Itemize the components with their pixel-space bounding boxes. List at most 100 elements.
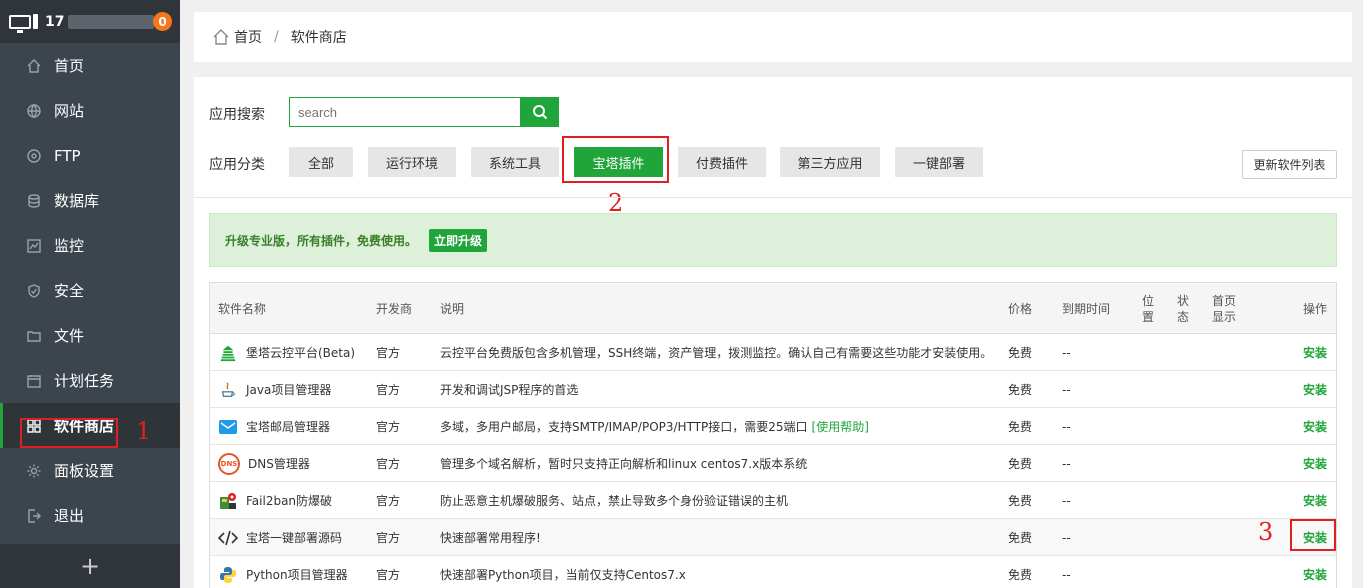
install-button[interactable]: 安装: [1303, 482, 1327, 519]
sidebar-item-panel-settings[interactable]: 面板设置: [0, 448, 180, 493]
install-button[interactable]: 安装: [1303, 334, 1327, 371]
computer-icon: [9, 13, 38, 33]
notice-text: 升级专业版，所有插件，免费使用。: [225, 233, 418, 248]
plugin-name: 宝塔一键部署源码: [246, 531, 343, 545]
plugin-expire: --: [1062, 456, 1071, 471]
annotation-box-3: [1290, 519, 1336, 551]
python-icon: [218, 565, 238, 585]
category-one-click-deploy[interactable]: 一键部署: [895, 147, 983, 177]
upgrade-button[interactable]: 立即升级: [429, 228, 488, 252]
plugin-name-cell: DNS DNS管理器: [218, 445, 310, 482]
logout-icon: [26, 508, 42, 524]
plugin-name-cell: Java项目管理器: [218, 371, 331, 408]
main-panel: 应用搜索 应用分类 全部 运行环境 系统工具 宝塔插件 付费插件 第三方应用 一…: [194, 77, 1352, 588]
dns-icon: DNS: [218, 452, 240, 475]
table-row: 堡塔云控平台(Beta) 官方 云控平台免费版包含多机管理，SSH终端，资产管理…: [210, 334, 1336, 371]
help-link[interactable]: [使用帮助]: [812, 418, 869, 435]
plugin-name: Fail2ban防爆破: [246, 494, 333, 508]
sidebar-item-database[interactable]: 数据库: [0, 178, 180, 223]
sidebar-item-label: 数据库: [54, 192, 100, 210]
search-button[interactable]: [520, 97, 559, 127]
home-icon: [213, 29, 229, 45]
ftp-icon: [26, 148, 42, 164]
notification-badge[interactable]: 0: [153, 12, 172, 31]
table-header: 软件名称 开发商 说明 价格 到期时间 位置 状态 首页显示 操作: [210, 283, 1336, 334]
divider: [194, 197, 1352, 198]
sidebar-item-website[interactable]: 网站: [0, 88, 180, 133]
plugin-name: Java项目管理器: [246, 383, 332, 397]
annotation-number-3: 3: [1258, 518, 1274, 546]
sidebar-item-security[interactable]: 安全: [0, 268, 180, 313]
plugin-name: DNS管理器: [248, 457, 310, 471]
category-runtime[interactable]: 运行环境: [368, 147, 456, 177]
plugin-price: 免费: [1008, 420, 1033, 434]
sidebar-item-logout[interactable]: 退出: [0, 493, 180, 538]
col-price: 价格: [1008, 301, 1033, 316]
annotation-box-2: [562, 136, 669, 183]
plugin-desc: 防止恶意主机爆破服务、站点，禁止导致多个身份验证错误的主机: [440, 494, 789, 508]
sidebar-item-cron[interactable]: 计划任务: [0, 358, 180, 403]
plugin-desc: 多域，多用户邮局，支持SMTP/IMAP/POP3/HTTP接口，需要25端口: [440, 420, 808, 434]
annotation-box-1: [20, 418, 118, 448]
plugin-developer: 官方: [376, 531, 401, 545]
globe-icon: [26, 103, 42, 119]
plugin-price: 免费: [1008, 494, 1033, 508]
install-button[interactable]: 安装: [1303, 445, 1327, 482]
sidebar-item-home[interactable]: 首页: [0, 43, 180, 88]
home-icon: [26, 58, 42, 74]
category-paid-plugins[interactable]: 付费插件: [678, 147, 766, 177]
annotation-number-1: 1: [136, 417, 152, 445]
sidebar: 17 0 首页 网站 FTP 数据库 监控 安全 文件 计划任务 软件商店 面板…: [0, 0, 180, 588]
category-system-tools[interactable]: 系统工具: [471, 147, 559, 177]
sidebar-item-label: 文件: [54, 327, 85, 345]
col-action: 操作: [1303, 301, 1328, 316]
sidebar-item-label: 计划任务: [54, 372, 115, 390]
folder-icon: [26, 328, 42, 344]
breadcrumb: 首页 / 软件商店: [194, 12, 1352, 62]
sidebar-item-label: 监控: [54, 237, 85, 255]
install-button[interactable]: 安装: [1303, 556, 1327, 588]
category-third-party[interactable]: 第三方应用: [780, 147, 880, 177]
refresh-soft-list-button[interactable]: 更新软件列表: [1242, 150, 1337, 179]
search-icon: [532, 105, 547, 120]
sidebar-item-label: FTP: [54, 146, 81, 165]
java-icon: [218, 380, 238, 400]
col-developer: 开发商: [376, 301, 413, 316]
breadcrumb-separator: /: [274, 29, 279, 45]
plugin-name-cell: Python项目管理器: [218, 556, 348, 588]
plugin-expire: --: [1062, 419, 1071, 434]
plugin-name-cell: Fail2ban防爆破: [218, 482, 332, 519]
plugin-price: 免费: [1008, 568, 1033, 582]
sidebar-item-files[interactable]: 文件: [0, 313, 180, 358]
plugin-price: 免费: [1008, 346, 1033, 360]
plugin-desc: 云控平台免费版包含多机管理，SSH终端，资产管理，拨测监控。确认自己有需要这些功…: [440, 346, 993, 360]
plugin-desc: 开发和调试JSP程序的首选: [440, 383, 579, 397]
search-input[interactable]: [289, 97, 521, 127]
plugin-price: 免费: [1008, 383, 1033, 397]
calendar-icon: [26, 373, 42, 389]
sidebar-item-label: 退出: [54, 507, 85, 525]
install-button[interactable]: 安装: [1303, 371, 1327, 408]
plugin-developer: 官方: [376, 383, 401, 397]
sidebar-menu: 首页 网站 FTP 数据库 监控 安全 文件 计划任务 软件商店 面板设置 退出: [0, 43, 180, 538]
category-all[interactable]: 全部: [289, 147, 353, 177]
add-server-button[interactable]: +: [0, 544, 180, 588]
breadcrumb-home[interactable]: 首页: [234, 27, 262, 47]
sidebar-item-ftp[interactable]: FTP: [0, 133, 180, 178]
sidebar-item-monitor[interactable]: 监控: [0, 223, 180, 268]
breadcrumb-current: 软件商店: [290, 30, 347, 46]
cloud-control-icon: [218, 343, 238, 363]
sidebar-item-label: 网站: [54, 102, 85, 120]
plugin-developer: 官方: [376, 346, 401, 360]
code-icon: [218, 528, 238, 548]
sidebar-item-label: 安全: [54, 282, 85, 300]
plugin-table: 软件名称 开发商 说明 价格 到期时间 位置 状态 首页显示 操作 堡塔云控平台…: [209, 282, 1337, 588]
plugin-developer: 官方: [376, 457, 401, 471]
sidebar-item-label: 面板设置: [54, 462, 115, 480]
plugin-desc-cell: 多域，多用户邮局，支持SMTP/IMAP/POP3/HTTP接口，需要25端口 …: [440, 408, 869, 445]
plugin-desc: 快速部署Python项目，当前仅支持Centos7.x: [440, 568, 686, 582]
col-position: 位置: [1142, 293, 1155, 324]
table-row: Fail2ban防爆破 官方 防止恶意主机爆破服务、站点，禁止导致多个身份验证错…: [210, 482, 1336, 519]
install-button[interactable]: 安装: [1303, 408, 1327, 445]
table-row: 宝塔一键部署源码 官方 快速部署常用程序! 免费 -- 安装: [210, 519, 1336, 556]
